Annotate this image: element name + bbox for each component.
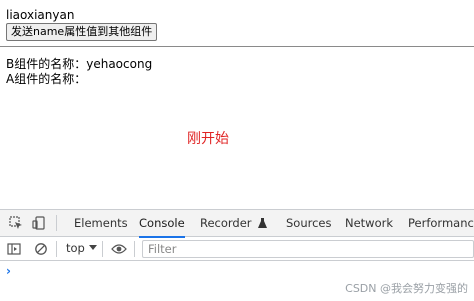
tab-recorder[interactable]: Recorder	[200, 210, 268, 237]
clear-console-icon[interactable]	[33, 241, 49, 257]
screen: liaoxianyan 发送name属性值到其他组件 B组件的名称：yehaoc…	[0, 0, 474, 301]
devtools-tab-bar: Elements Console Recorder Sources Networ…	[0, 210, 474, 238]
tab-separator	[56, 215, 57, 231]
show-sidebar-icon[interactable]	[6, 241, 22, 257]
tab-recorder-label: Recorder	[200, 216, 252, 230]
console-prompt[interactable]: ›	[6, 264, 11, 278]
tab-sources[interactable]: Sources	[286, 210, 332, 237]
console-filter-input[interactable]: Filter	[142, 240, 474, 258]
component-a-name: liaoxianyan	[6, 8, 75, 22]
tab-performance[interactable]: Performance	[408, 210, 474, 237]
page-content: liaoxianyan 发送name属性值到其他组件 B组件的名称：yehaoc…	[0, 0, 474, 209]
csdn-watermark: CSDN @我会努力变强的	[345, 282, 468, 295]
console-toolbar: top Filter	[0, 237, 474, 261]
flask-icon	[258, 218, 268, 228]
device-toolbar-icon[interactable]	[31, 215, 47, 231]
send-name-button[interactable]: 发送name属性值到其他组件	[6, 23, 158, 41]
divider	[0, 46, 474, 47]
tab-console[interactable]: Console	[139, 210, 185, 238]
inspect-element-icon[interactable]	[8, 215, 24, 231]
toolbar-separator	[102, 241, 103, 257]
status-text: 刚开始	[187, 131, 229, 147]
context-selector-value: top	[66, 241, 85, 255]
tab-network[interactable]: Network	[345, 210, 393, 237]
tab-elements[interactable]: Elements	[74, 210, 128, 237]
toolbar-separator	[134, 241, 135, 257]
toolbar-separator	[56, 241, 57, 257]
devtools-panel: Elements Console Recorder Sources Networ…	[0, 209, 474, 301]
live-expression-eye-icon[interactable]	[111, 241, 127, 257]
chevron-down-icon	[88, 245, 97, 250]
a-component-name-line: A组件的名称：	[6, 72, 87, 86]
context-selector[interactable]: top	[66, 241, 97, 255]
